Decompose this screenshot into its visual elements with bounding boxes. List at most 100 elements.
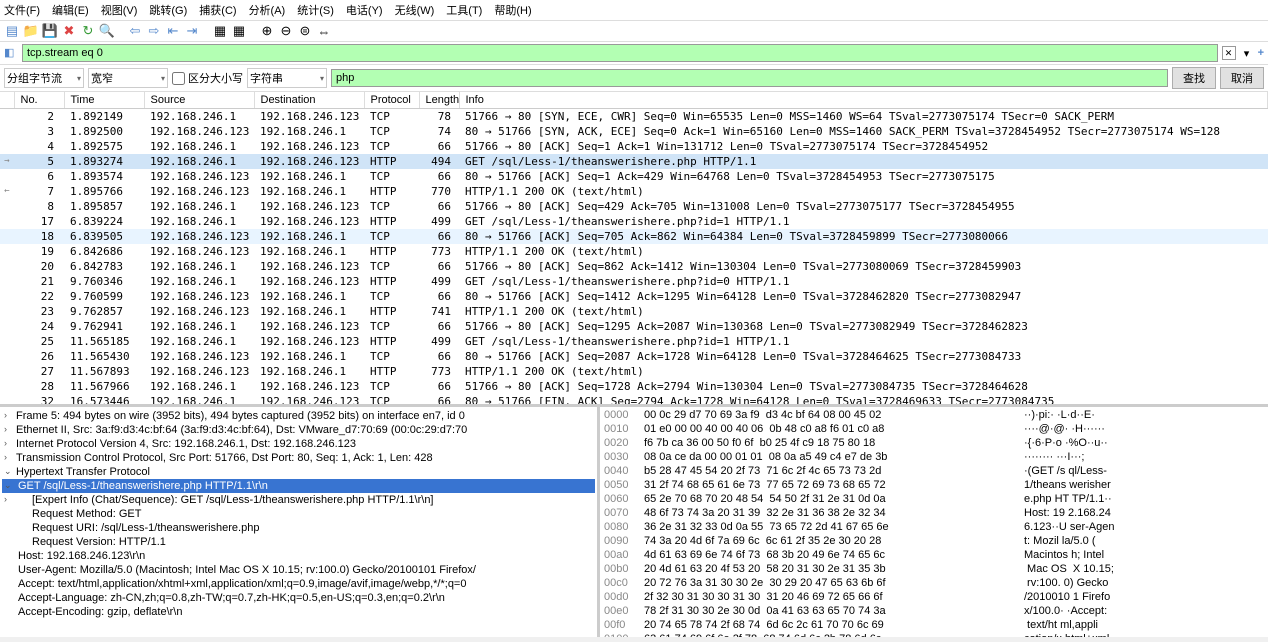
resize-icon[interactable]: ⇔ xyxy=(316,23,332,39)
bytes-row[interactable]: 001001 e0 00 00 40 00 40 06 0b 48 c0 a8 … xyxy=(604,423,1264,437)
menu-item[interactable]: 捕获(C) xyxy=(199,2,236,18)
tree-node[interactable]: ›Transmission Control Protocol, Src Port… xyxy=(2,451,595,465)
bytes-row[interactable]: 003008 0a ce da 00 00 01 01 08 0a a5 49 … xyxy=(604,451,1264,465)
search-width-select[interactable]: 宽窄▾ xyxy=(88,68,168,88)
table-row[interactable]: 2611.565430192.168.246.123192.168.246.1T… xyxy=(0,349,1268,364)
clear-filter-icon[interactable]: ✕ xyxy=(1222,46,1236,60)
tree-node[interactable]: ›[Expert Info (Chat/Sequence): GET /sql/… xyxy=(2,493,595,507)
file-icon[interactable]: ▤ xyxy=(4,23,20,39)
bytes-row[interactable]: 00b020 4d 61 63 20 4f 53 20 58 20 31 30 … xyxy=(604,563,1264,577)
tree-node[interactable]: ›Internet Protocol Version 4, Src: 192.1… xyxy=(2,437,595,451)
tree-node[interactable]: Accept: text/html,application/xhtml+xml,… xyxy=(2,577,595,591)
menu-item[interactable]: 电话(Y) xyxy=(346,2,383,18)
bytes-row[interactable]: 00a04d 61 63 69 6e 74 6f 73 68 3b 20 49 … xyxy=(604,549,1264,563)
cancel-button[interactable]: 取消 xyxy=(1220,67,1264,89)
bytes-row[interactable]: 007048 6f 73 74 3a 20 31 39 32 2e 31 36 … xyxy=(604,507,1264,521)
bytes-row[interactable]: 005031 2f 74 68 65 61 6e 73 77 65 72 69 … xyxy=(604,479,1264,493)
table-row[interactable]: →51.893274192.168.246.1192.168.246.123HT… xyxy=(0,154,1268,169)
menu-item[interactable]: 无线(W) xyxy=(395,2,435,18)
bytes-row[interactable]: 006065 2e 70 68 70 20 48 54 54 50 2f 31 … xyxy=(604,493,1264,507)
packet-list-pane[interactable]: No. Time Source Destination Protocol Len… xyxy=(0,92,1268,407)
table-row[interactable]: 229.760599192.168.246.123192.168.246.1TC… xyxy=(0,289,1268,304)
table-row[interactable]: 239.762857192.168.246.123192.168.246.1HT… xyxy=(0,304,1268,319)
table-row[interactable]: 206.842783192.168.246.1192.168.246.123TC… xyxy=(0,259,1268,274)
table-row[interactable]: 3216.573446192.168.246.1192.168.246.123T… xyxy=(0,394,1268,408)
table-row[interactable]: 196.842686192.168.246.123192.168.246.1HT… xyxy=(0,244,1268,259)
bookmark-icon[interactable]: ◧ xyxy=(4,46,18,60)
tree-node[interactable]: Accept-Language: zh-CN,zh;q=0.8,zh-TW;q=… xyxy=(2,591,595,605)
tree-node[interactable]: Accept-Encoding: gzip, deflate\r\n xyxy=(2,605,595,619)
close-icon[interactable]: ✖ xyxy=(61,23,77,39)
zoomout-icon[interactable]: ⊖ xyxy=(278,23,294,39)
col-info[interactable]: Info xyxy=(459,92,1268,109)
menu-item[interactable]: 文件(F) xyxy=(4,2,40,18)
menu-item[interactable]: 跳转(G) xyxy=(149,2,187,18)
tree-node[interactable]: Host: 192.168.246.123\r\n xyxy=(2,549,595,563)
table-row[interactable]: 249.762941192.168.246.1192.168.246.123TC… xyxy=(0,319,1268,334)
find-icon[interactable]: 🔍 xyxy=(99,23,115,39)
reload-icon[interactable]: ↻ xyxy=(80,23,96,39)
col-src[interactable]: Source xyxy=(144,92,254,109)
jump-icon[interactable]: ⇤ xyxy=(165,23,181,39)
bytes-row[interactable]: 00d02f 32 30 31 30 30 31 30 31 20 46 69 … xyxy=(604,591,1264,605)
table-row[interactable]: 2711.567893192.168.246.123192.168.246.1H… xyxy=(0,364,1268,379)
zoom1-icon[interactable]: ⊜ xyxy=(297,23,313,39)
bytes-row[interactable]: 00f020 74 65 78 74 2f 68 74 6d 6c 2c 61 … xyxy=(604,619,1264,633)
col-len[interactable]: Length xyxy=(419,92,459,109)
menu-item[interactable]: 视图(V) xyxy=(101,2,138,18)
search-type-select[interactable]: 字符串▾ xyxy=(247,68,327,88)
next-icon[interactable]: ⇨ xyxy=(146,23,162,39)
packet-details-tree[interactable]: ›Frame 5: 494 bytes on wire (3952 bits),… xyxy=(0,407,600,637)
tree-node[interactable]: User-Agent: Mozilla/5.0 (Macintosh; Inte… xyxy=(2,563,595,577)
col-proto[interactable]: Protocol xyxy=(364,92,419,109)
case-sensitive-checkbox[interactable]: 区分大小写 xyxy=(172,70,243,86)
search-in-select[interactable]: 分组字节流▾ xyxy=(4,68,84,88)
tree-node[interactable]: ⌄Hypertext Transfer Protocol xyxy=(2,465,595,479)
tree-node[interactable]: Request URI: /sql/Less-1/theanswerishere… xyxy=(2,521,595,535)
bytes-row[interactable]: 0020f6 7b ca 36 00 50 f0 6f b0 25 4f c9 … xyxy=(604,437,1264,451)
search-input[interactable] xyxy=(331,69,1168,87)
packet-bytes-pane[interactable]: 000000 0c 29 d7 70 69 3a f9 d3 4c bf 64 … xyxy=(600,407,1268,637)
tree-node[interactable]: ›Ethernet II, Src: 3a:f9:d3:4c:bf:64 (3a… xyxy=(2,423,595,437)
menu-item[interactable]: 帮助(H) xyxy=(494,2,531,18)
autoscroll-icon[interactable]: ▦ xyxy=(212,23,228,39)
add-expression-icon[interactable]: + xyxy=(1258,47,1264,59)
col-time[interactable]: Time xyxy=(64,92,144,109)
display-filter-input[interactable] xyxy=(22,44,1218,62)
bytes-row[interactable]: 008036 2e 31 32 33 0d 0a 55 73 65 72 2d … xyxy=(604,521,1264,535)
zoomin-icon[interactable]: ⊕ xyxy=(259,23,275,39)
tree-node[interactable]: ›Frame 5: 494 bytes on wire (3952 bits),… xyxy=(2,409,595,423)
table-row[interactable]: 2811.567966192.168.246.1192.168.246.123T… xyxy=(0,379,1268,394)
bytes-row[interactable]: 010063 61 74 69 6f 6e 2f 78 68 74 6d 6c … xyxy=(604,633,1264,637)
table-row[interactable]: 31.892500192.168.246.123192.168.246.1TCP… xyxy=(0,124,1268,139)
bytes-row[interactable]: 00c020 72 76 3a 31 30 30 2e 30 29 20 47 … xyxy=(604,577,1264,591)
save-icon[interactable]: 💾 xyxy=(42,23,58,39)
bytes-row[interactable]: 00e078 2f 31 30 30 2e 30 0d 0a 41 63 63 … xyxy=(604,605,1264,619)
find-button[interactable]: 查找 xyxy=(1172,67,1216,89)
tree-node[interactable]: ⌄GET /sql/Less-1/theanswerishere.php HTT… xyxy=(2,479,595,493)
filter-dropdown-icon[interactable]: ▾ xyxy=(1240,46,1254,60)
prev-icon[interactable]: ⇦ xyxy=(127,23,143,39)
menu-item[interactable]: 编辑(E) xyxy=(52,2,89,18)
colorize-icon[interactable]: ▦ xyxy=(231,23,247,39)
tree-node[interactable]: Request Method: GET xyxy=(2,507,595,521)
col-dst[interactable]: Destination xyxy=(254,92,364,109)
menu-item[interactable]: 统计(S) xyxy=(297,2,334,18)
table-row[interactable]: 219.760346192.168.246.1192.168.246.123HT… xyxy=(0,274,1268,289)
table-row[interactable]: 81.895857192.168.246.1192.168.246.123TCP… xyxy=(0,199,1268,214)
menu-item[interactable]: 分析(A) xyxy=(249,2,286,18)
bytes-row[interactable]: 0040b5 28 47 45 54 20 2f 73 71 6c 2f 4c … xyxy=(604,465,1264,479)
tree-node[interactable]: Request Version: HTTP/1.1 xyxy=(2,535,595,549)
bytes-row[interactable]: 000000 0c 29 d7 70 69 3a f9 d3 4c bf 64 … xyxy=(604,409,1264,423)
table-row[interactable]: 2511.565185192.168.246.1192.168.246.123H… xyxy=(0,334,1268,349)
table-row[interactable]: ←71.895766192.168.246.123192.168.246.1HT… xyxy=(0,184,1268,199)
bytes-row[interactable]: 009074 3a 20 4d 6f 7a 69 6c 6c 61 2f 35 … xyxy=(604,535,1264,549)
table-row[interactable]: 176.839224192.168.246.1192.168.246.123HT… xyxy=(0,214,1268,229)
table-row[interactable]: 61.893574192.168.246.123192.168.246.1TCP… xyxy=(0,169,1268,184)
table-row[interactable]: 21.892149192.168.246.1192.168.246.123TCP… xyxy=(0,109,1268,124)
table-row[interactable]: 41.892575192.168.246.1192.168.246.123TCP… xyxy=(0,139,1268,154)
menu-item[interactable]: 工具(T) xyxy=(446,2,482,18)
col-no[interactable]: No. xyxy=(14,92,64,109)
last-icon[interactable]: ⇥ xyxy=(184,23,200,39)
table-row[interactable]: 186.839505192.168.246.123192.168.246.1TC… xyxy=(0,229,1268,244)
